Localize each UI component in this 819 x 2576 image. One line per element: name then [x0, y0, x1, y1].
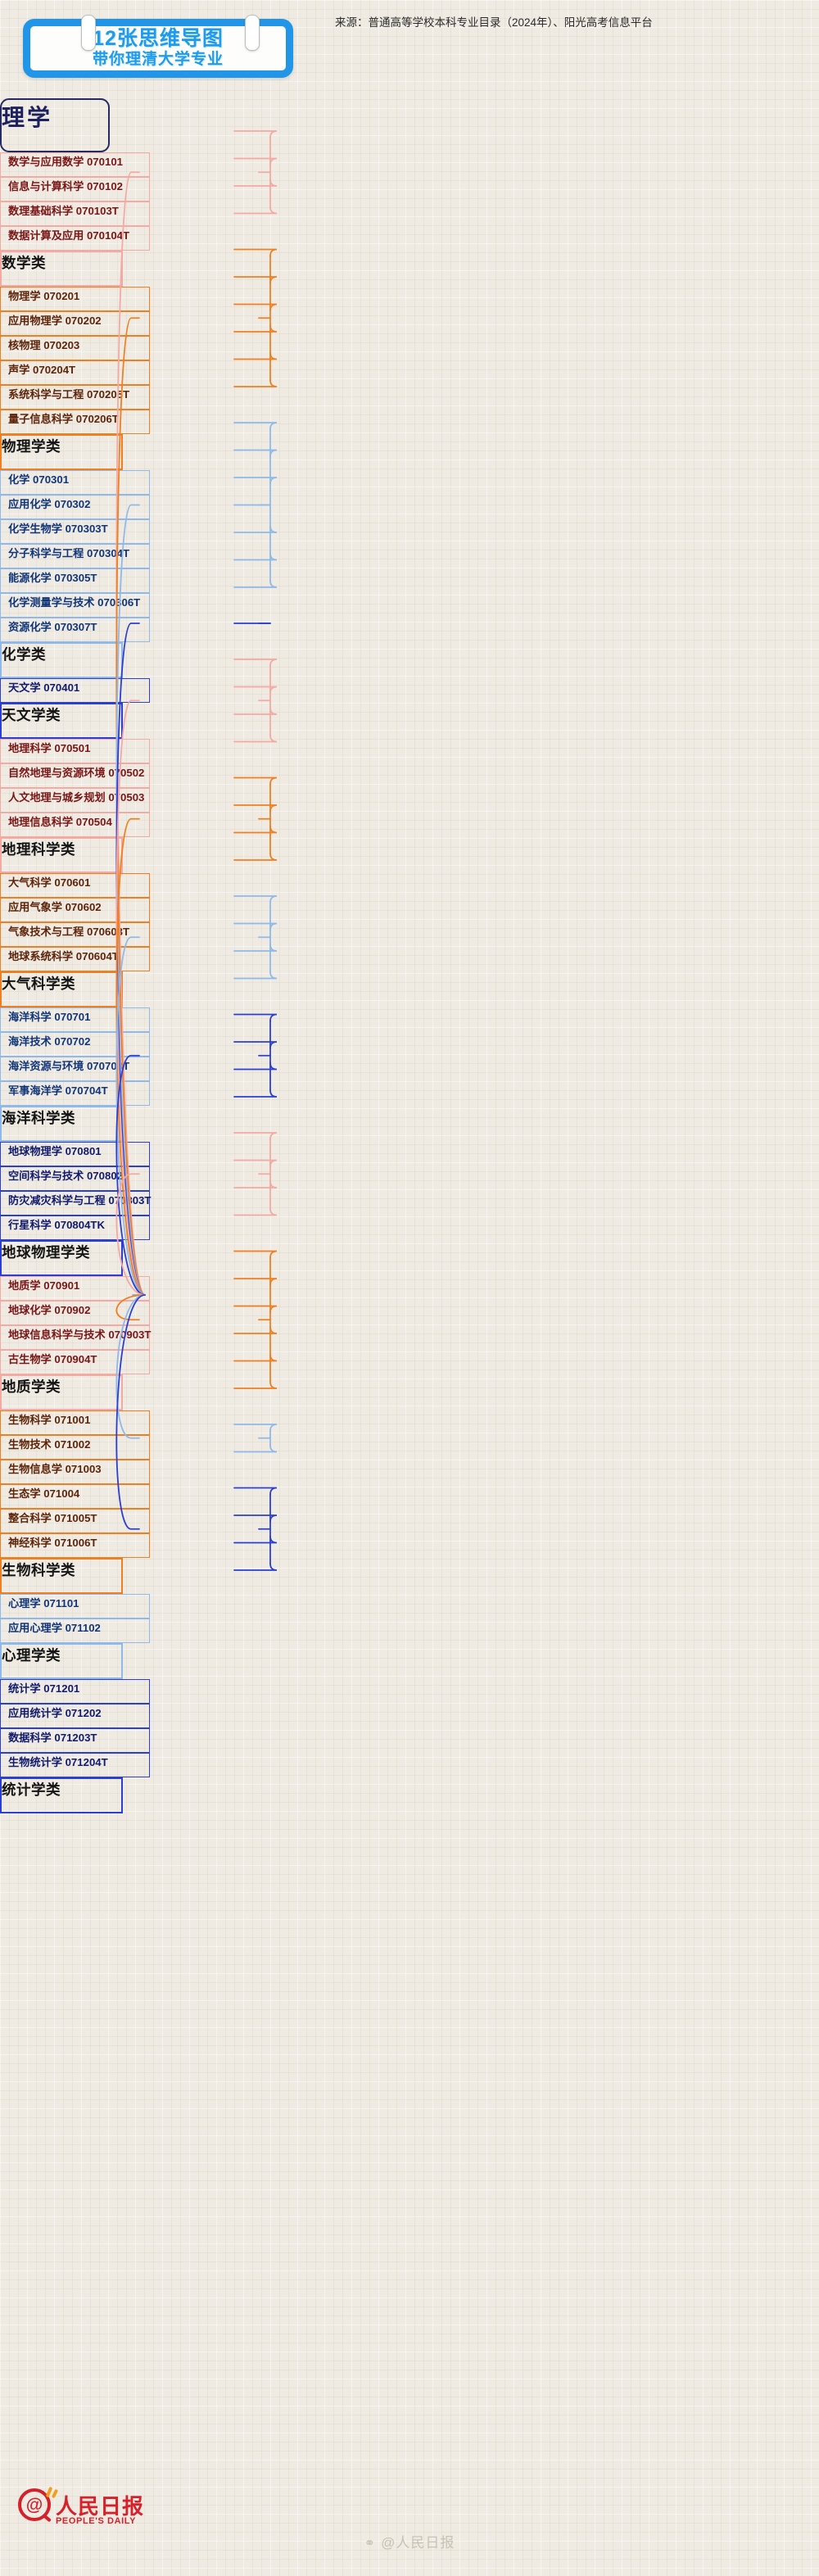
logo-text-en: PEOPLE'S DAILY — [56, 2516, 137, 2526]
peoples-daily-logo: @ 人民日报 PEOPLE'S DAILY — [18, 2486, 174, 2538]
clip-right-icon — [245, 15, 260, 51]
watermark-label: @人民日报 — [381, 2535, 455, 2551]
title-line-2: 带你理清大学专业 — [92, 51, 224, 69]
clip-left-icon — [81, 15, 96, 51]
weibo-icon: ⚭ — [364, 2537, 377, 2551]
watermark: ⚭ @人民日报 — [0, 2531, 819, 2551]
connector-lines — [115, 130, 278, 1571]
at-glyph: @ — [25, 2495, 43, 2515]
title-line-1: 12张思维导图 — [93, 27, 224, 51]
title-badge: 12张思维导图 带你理清大学专业 — [23, 15, 293, 78]
mindmap-canvas: 理学 数学与应用数学 070101 信息与计算科学 070102 数理基础科学 07… — [0, 98, 819, 2474]
source-note: 来源：普通高等学校本科专业目录（2024年）、阳光高考信息平台 — [335, 16, 653, 29]
header: 12张思维导图 带你理清大学专业 来源：普通高等学校本科专业目录（2024年）、… — [0, 0, 819, 98]
